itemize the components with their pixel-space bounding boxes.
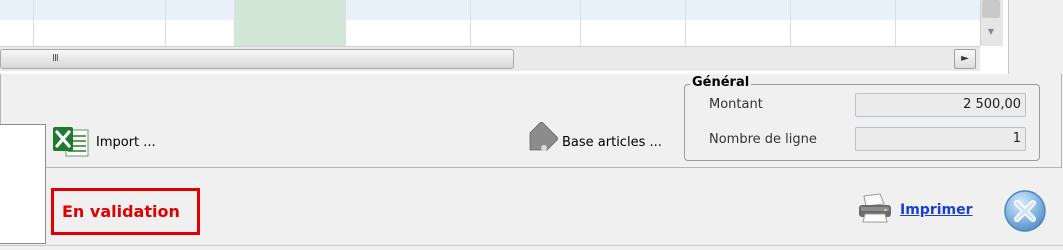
- side-panel: [0, 124, 46, 244]
- import-label: Import ...: [96, 134, 156, 150]
- grid-column-divider: [895, 0, 896, 46]
- base-articles-button[interactable]: Base articles ...: [522, 120, 662, 162]
- scroll-grip-icon: III: [52, 53, 59, 64]
- print-link[interactable]: Imprimer: [900, 202, 973, 218]
- montant-field: 2 500,00: [855, 93, 1026, 117]
- grid-row-header[interactable]: [0, 0, 980, 20]
- close-button[interactable]: [1003, 189, 1047, 233]
- status-badge: En validation: [51, 188, 200, 235]
- montant-label: Montant: [709, 97, 763, 112]
- close-icon: [1003, 190, 1047, 237]
- data-grid[interactable]: ▼ III ►: [0, 0, 1009, 74]
- tag-icon: [522, 120, 560, 162]
- vertical-scroll-thumb[interactable]: [982, 0, 1000, 18]
- grid-column-divider: [345, 0, 346, 46]
- grid-column-divider: [165, 0, 166, 46]
- base-articles-label: Base articles ...: [562, 134, 662, 150]
- general-legend: Général: [690, 75, 752, 90]
- grid-column-divider: [33, 0, 34, 46]
- grid-selected-column[interactable]: [234, 0, 345, 46]
- grid-row[interactable]: [0, 20, 980, 46]
- scroll-right-button[interactable]: ►: [954, 49, 976, 69]
- import-button[interactable]: Import ...: [52, 124, 156, 160]
- grid-column-divider: [685, 0, 686, 46]
- bottom-divider: [0, 245, 1063, 246]
- excel-icon: [52, 124, 90, 160]
- printer-icon: [856, 192, 894, 228]
- nombre-lignes-label: Nombre de ligne: [709, 132, 817, 147]
- grid-column-divider: [790, 0, 791, 46]
- grid-column-divider: [580, 0, 581, 46]
- print-button[interactable]: Imprimer: [856, 193, 973, 227]
- horizontal-scroll-thumb[interactable]: [0, 49, 514, 69]
- grid-column-divider: [470, 0, 471, 46]
- nombre-lignes-field: 1: [855, 127, 1026, 151]
- scroll-down-icon[interactable]: ▼: [984, 24, 998, 40]
- grid-column-divider: [234, 0, 235, 46]
